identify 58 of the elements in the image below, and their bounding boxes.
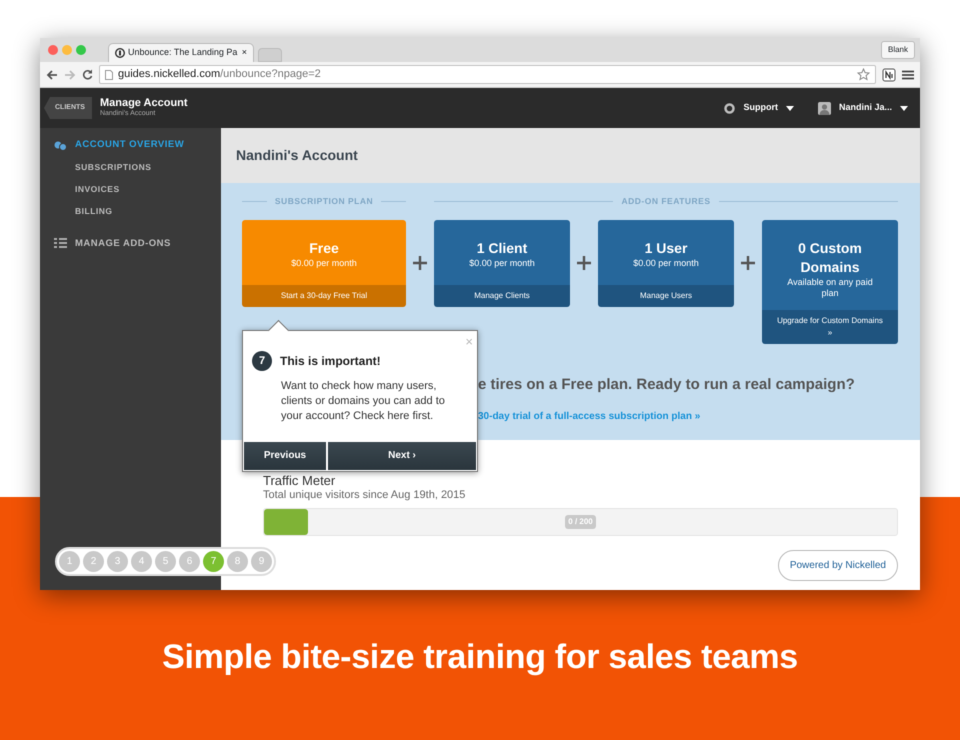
card-action-link[interactable]: Manage Clients (434, 284, 570, 307)
address-bar[interactable]: guides.nickelled.com/unbounce?npage=2 (99, 65, 876, 84)
back-icon[interactable] (46, 70, 58, 80)
previous-button[interactable]: Previous (244, 442, 326, 470)
plus-icon (577, 256, 591, 270)
section-label: ADD-ON FEATURES (434, 195, 898, 208)
plan-card[interactable]: Free $0.00 per month Start a 30-day Free Trial (242, 220, 406, 307)
sidebar-subitem[interactable]: INVOICES (54, 182, 221, 196)
page-icon (105, 70, 113, 80)
card-title: 1 User (644, 238, 688, 258)
app-title: Manage Account (100, 96, 188, 109)
caret-icon (786, 106, 794, 110)
lifebuoy-icon (724, 102, 736, 114)
card-subtitle: $0.00 per month (290, 258, 358, 270)
favicon-icon (115, 48, 125, 58)
step-number: 7 (252, 351, 272, 371)
popover-title: This is important! (280, 353, 381, 370)
star-icon[interactable] (857, 68, 870, 81)
profile-button[interactable]: Blank (880, 41, 915, 59)
reload-icon[interactable] (82, 69, 93, 80)
card-title: 0 Custom Domains (797, 238, 863, 277)
tab-close-button[interactable]: × (242, 46, 247, 60)
plus-icon (741, 256, 755, 270)
plan-card[interactable]: 0 Custom Domains Available on any paid plan Upgrade for Custom Domains » (762, 220, 898, 344)
next-button[interactable]: Next › (328, 442, 476, 470)
extension-icon[interactable] (882, 68, 896, 82)
card-subtitle: $0.00 per month (632, 258, 700, 270)
caret-icon (900, 106, 908, 110)
support-menu[interactable]: Support (724, 101, 794, 115)
list-icon (54, 238, 67, 250)
meter-subtitle: Total unique visitors since Aug 19th, 2015 (263, 488, 466, 503)
page-title: Nandini's Account (221, 128, 920, 183)
card-action-link[interactable]: Manage Users (598, 284, 734, 307)
browser-tab[interactable]: Unbounce: The Landing Pa × (108, 43, 254, 62)
card-title: 1 Client (476, 238, 528, 258)
meter-title: Traffic Meter (263, 474, 336, 487)
user-menu[interactable]: Nandini Ja... (818, 101, 908, 115)
plan-card[interactable]: 1 Client $0.00 per month Manage Clients (434, 220, 570, 307)
coins-icon (54, 139, 67, 151)
promo-text: e tires on a Free plan. Ready to run a real campaign? (478, 374, 856, 395)
sidebar-item[interactable]: MANAGE ADD-ONS (54, 237, 221, 252)
sidebar-subitem[interactable]: BILLING (54, 204, 221, 218)
menu-icon[interactable] (902, 70, 914, 80)
avatar-icon (818, 102, 831, 114)
section-label: SUBSCRIPTION PLAN (242, 195, 406, 208)
powered-by-button[interactable]: Powered by Nickelled (778, 550, 898, 580)
card-subtitle: $0.00 per month (468, 258, 536, 270)
card-title: Free (308, 238, 340, 258)
card-subtitle: Available on any paid plan (786, 276, 874, 300)
url-text: guides.nickelled.com/unbounce?npage=2 (118, 67, 321, 82)
sidebar-subitem[interactable]: SUBSCRIPTIONS (54, 161, 221, 174)
sidebar-item[interactable]: ACCOUNT OVERVIEW (54, 138, 221, 152)
plus-icon (413, 256, 427, 270)
card-action-link[interactable]: Start a 30-day Free Trial (242, 284, 406, 307)
plan-card[interactable]: 1 User $0.00 per month Manage Users (598, 220, 734, 307)
popover-text: Want to check how many users, clients or domains you can add to your account? Check here first. (280, 379, 446, 424)
card-action-link[interactable]: Upgrade for Custom Domains » (762, 310, 898, 344)
caption: Simple bite-size training for sales teams (161, 637, 799, 678)
